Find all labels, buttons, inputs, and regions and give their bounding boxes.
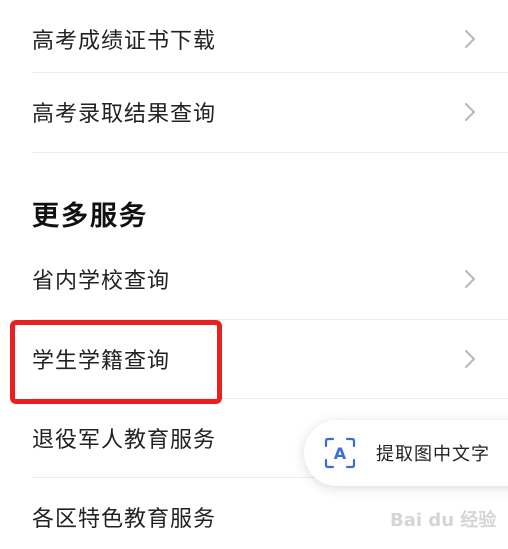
extract-text-label: 提取图中文字 (376, 444, 490, 465)
baidu-watermark-logo: Bai du 经验 (390, 509, 497, 531)
list-item-admission-result[interactable]: 高考录取结果查询 (0, 73, 508, 151)
ocr-icon-letter: A (334, 444, 347, 463)
divider (32, 152, 508, 153)
list-item-label: 退役军人教育服务 (32, 428, 217, 453)
highlight-annotation-box (10, 320, 222, 404)
list-item-label: 高考成绩证书下载 (32, 29, 217, 54)
chevron-right-icon (465, 30, 475, 48)
text-recognition-icon: A (324, 437, 356, 469)
chevron-right-icon (465, 350, 475, 368)
list-item-label: 各区特色教育服务 (32, 507, 217, 532)
section-title-more-services: 更多服务 (32, 201, 148, 232)
chevron-right-icon (465, 270, 475, 288)
services-screen: 高考成绩证书下载 高考录取结果查询 更多服务 省内学校查询 学生学籍查询 退役军… (0, 0, 508, 549)
list-item-score-certificate[interactable]: 高考成绩证书下载 (0, 0, 508, 78)
watermark-text: Bai du 经验 (390, 509, 497, 531)
list-item-label: 高考录取结果查询 (32, 102, 217, 127)
list-item-school-query[interactable]: 省内学校查询 (0, 240, 508, 318)
list-item-label: 省内学校查询 (32, 269, 171, 294)
chevron-right-icon (465, 103, 475, 121)
extract-text-button[interactable]: A 提取图中文字 (304, 420, 508, 486)
